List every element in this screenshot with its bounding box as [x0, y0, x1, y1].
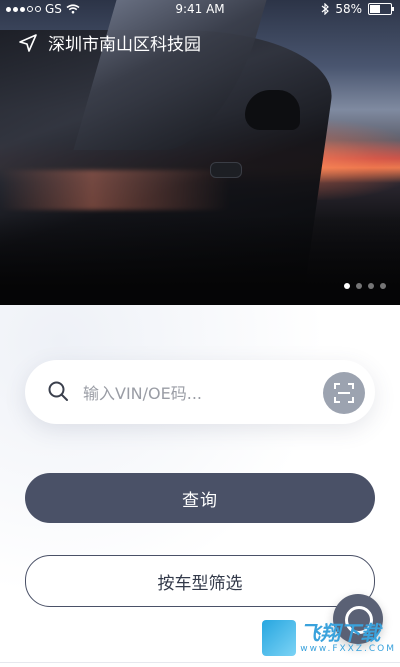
search-icon [48, 381, 68, 401]
status-bar: GS 9:41 AM 58% [0, 0, 400, 18]
carousel-dot[interactable] [368, 283, 374, 289]
scan-button[interactable] [323, 372, 365, 414]
location-arrow-icon [19, 33, 37, 52]
location-label: 深圳市南山区科技园 [48, 35, 201, 55]
watermark: 飞翔下载 www.FXXZ.COM [262, 616, 396, 660]
carousel-dot[interactable] [344, 283, 350, 289]
status-right: 58% [321, 0, 394, 18]
car-door-handle-image [210, 162, 242, 178]
search-input[interactable] [81, 374, 305, 412]
ground-shadow [0, 215, 400, 305]
filter-by-model-label: 按车型筛选 [157, 573, 243, 594]
scan-icon [334, 383, 354, 403]
carousel-dot[interactable] [356, 283, 362, 289]
bottom-divider [0, 662, 400, 663]
car-reflection [0, 170, 230, 210]
car-mirror-image [245, 90, 300, 130]
bluetooth-icon [321, 3, 330, 15]
watermark-title: 飞翔下载 [300, 620, 381, 645]
query-button[interactable]: 查询 [25, 473, 375, 523]
search-bar [25, 360, 375, 424]
watermark-subtitle: www.FXXZ.COM [300, 643, 396, 654]
battery-percent: 58% [335, 2, 362, 16]
query-button-label: 查询 [182, 490, 218, 511]
battery-icon [368, 3, 394, 15]
carousel-dot[interactable] [380, 283, 386, 289]
battery-level-fill [370, 5, 380, 13]
filter-by-model-button[interactable]: 按车型筛选 [25, 555, 375, 607]
watermark-logo-icon [262, 620, 297, 656]
location-selector[interactable]: 深圳市南山区科技园 [18, 30, 201, 55]
carousel-indicator [344, 283, 386, 289]
